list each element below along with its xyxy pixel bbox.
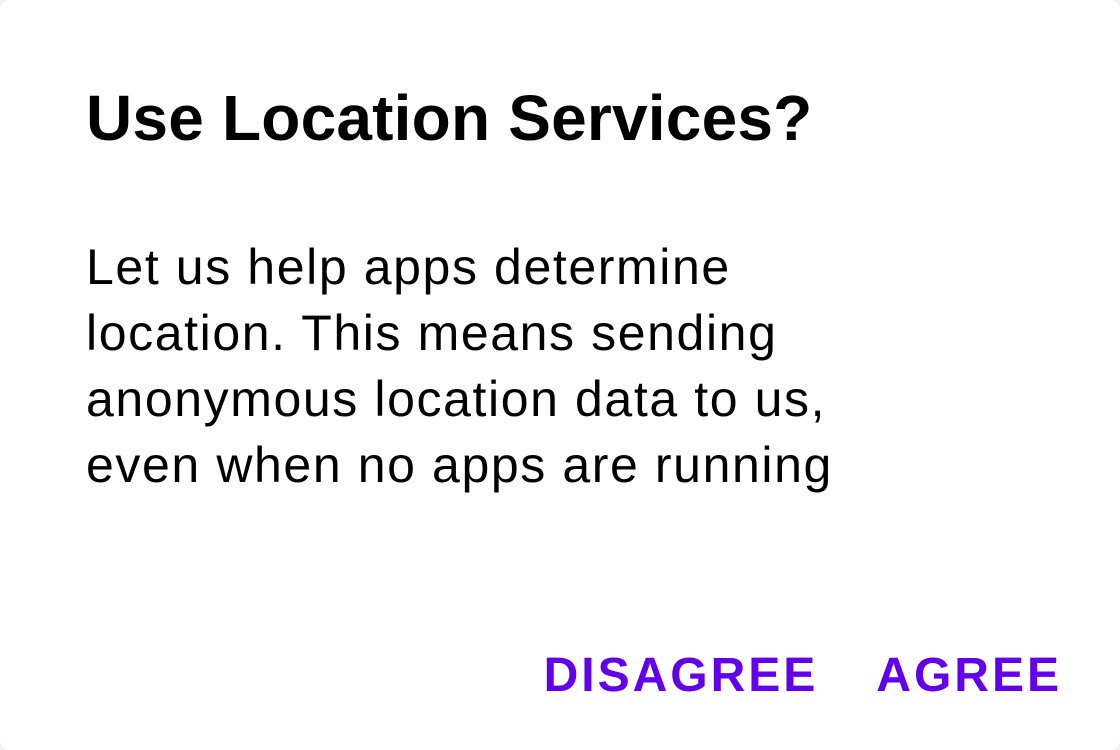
dialog-body-line: Let us help apps determine <box>86 239 731 295</box>
dialog-body-line: anonymous location data to us, <box>86 371 827 427</box>
disagree-button[interactable]: DISAGREE <box>544 646 819 706</box>
dialog-body-line: location. This means sending <box>86 305 778 361</box>
dialog-title: Use Location Services? <box>86 82 813 154</box>
agree-button[interactable]: AGREE <box>876 646 1062 706</box>
dialog-actions: DISAGREE AGREE <box>544 646 1062 706</box>
dialog-body: Let us help apps determine location. Thi… <box>86 234 986 498</box>
location-services-dialog: Use Location Services? Let us help apps … <box>0 0 1120 750</box>
dialog-body-line: even when no apps are running <box>86 437 833 493</box>
